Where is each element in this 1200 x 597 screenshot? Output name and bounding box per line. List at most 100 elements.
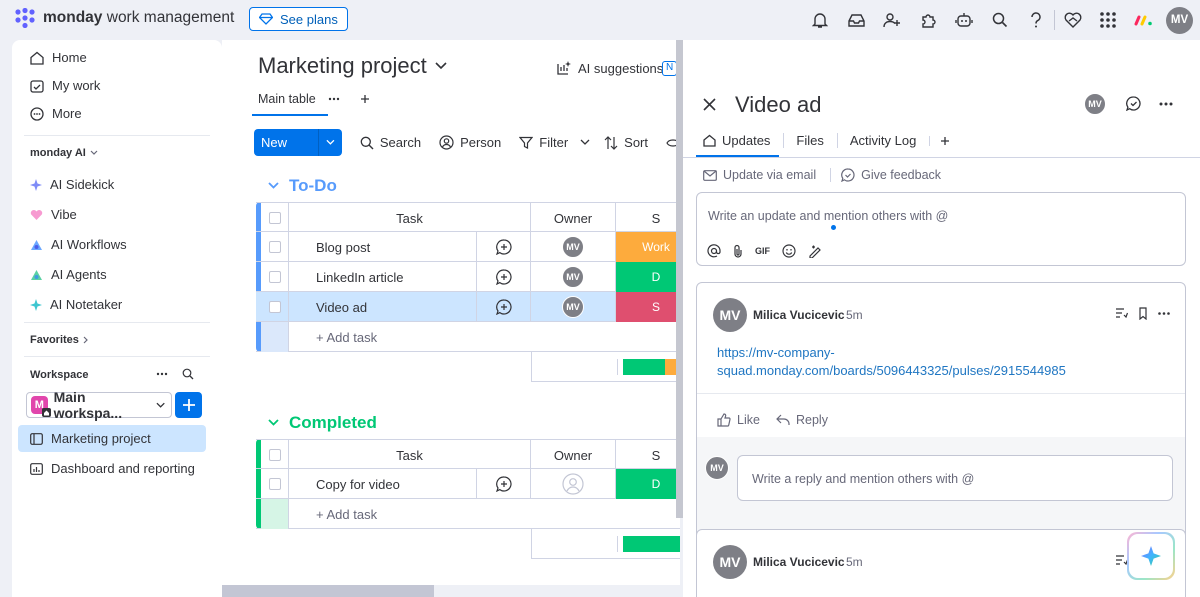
updates-cell[interactable] [477, 469, 531, 499]
tab-add[interactable] [929, 135, 950, 146]
task-name-cell[interactable]: LinkedIn article [289, 262, 477, 292]
avatar[interactable]: MV [1084, 93, 1106, 115]
chevron-down-icon[interactable] [268, 419, 279, 427]
task-name-cell[interactable]: Video ad [289, 292, 477, 322]
workspace-selector[interactable]: M Main workspa... [26, 389, 172, 421]
sidebar-item-ai-notetaker[interactable]: AI Notetaker [18, 291, 206, 318]
update-author[interactable]: Milica Vucicevic [753, 555, 845, 569]
select-all-checkbox[interactable] [268, 212, 281, 224]
inbox-icon[interactable] [838, 6, 874, 34]
status-cell[interactable]: D [616, 262, 680, 292]
owner-cell[interactable]: MV [531, 292, 616, 322]
row-checkbox[interactable] [268, 271, 281, 283]
horizontal-scrollbar-thumb[interactable] [222, 585, 434, 597]
sidebar-item-vibe[interactable]: Vibe [18, 201, 206, 228]
add-view-icon[interactable] [360, 94, 370, 104]
monday-ai-header[interactable]: monday AI [30, 147, 98, 159]
update-link[interactable]: https://mv-company- squad.monday.com/boa… [717, 344, 1066, 380]
give-feedback-button[interactable]: Give feedback [830, 168, 941, 182]
filter-button[interactable]: Filter [519, 135, 590, 150]
group-header-completed[interactable]: Completed [268, 413, 377, 433]
search-button[interactable]: Search [360, 135, 421, 150]
workspace-search-icon[interactable] [182, 368, 194, 380]
column-header-task[interactable]: Task [289, 203, 531, 233]
add-task-row[interactable]: + Add task [256, 499, 680, 529]
reply-input[interactable]: Write a reply and mention others with @ [737, 455, 1173, 501]
status-cell[interactable]: D [616, 469, 680, 499]
invite-member-icon[interactable] [874, 6, 910, 34]
add-to-workspace-button[interactable] [175, 392, 202, 418]
item-title[interactable]: Video ad [735, 92, 821, 118]
owner-cell[interactable] [531, 469, 616, 499]
sidebar-item-ai-workflows[interactable]: AI Workflows [18, 231, 206, 258]
column-header-status[interactable]: S [616, 440, 680, 470]
task-name-cell[interactable]: Copy for video [289, 469, 477, 499]
table-row[interactable]: LinkedIn article MV D [256, 262, 680, 292]
more-options-icon[interactable] [1158, 312, 1170, 315]
edit-list-icon[interactable] [1115, 307, 1128, 320]
app-grid-icon[interactable] [1090, 6, 1126, 34]
column-header-owner[interactable]: Owner [531, 440, 616, 470]
person-filter-button[interactable]: Person [439, 135, 501, 150]
robot-icon[interactable] [946, 6, 982, 34]
chevron-down-icon[interactable] [580, 139, 590, 146]
add-task-row[interactable]: + Add task [256, 322, 680, 352]
tab-main-table[interactable]: Main table [258, 92, 316, 106]
monday-mark-icon[interactable] [1126, 6, 1162, 34]
updates-cell[interactable] [477, 232, 531, 262]
column-header-task[interactable]: Task [289, 440, 531, 470]
update-via-email-button[interactable]: Update via email [703, 168, 816, 182]
tab-activity-log[interactable]: Activity Log [836, 133, 916, 148]
select-all-checkbox[interactable] [268, 449, 281, 461]
favorites-header[interactable]: Favorites [30, 334, 89, 346]
sidebar-item-ai-sidekick[interactable]: AI Sidekick [18, 171, 206, 198]
sidebar-item-my-work[interactable]: My work [18, 72, 206, 99]
status-cell[interactable]: S [616, 292, 680, 322]
app-logo[interactable]: monday work management [14, 8, 234, 28]
ai-write-icon[interactable] [808, 243, 824, 258]
table-row-selected[interactable]: Video ad MV S [256, 292, 680, 322]
reply-button[interactable]: Reply [776, 413, 828, 427]
apps-puzzle-icon[interactable] [910, 6, 946, 34]
updates-cell[interactable] [477, 262, 531, 292]
new-task-button[interactable]: New task [254, 129, 342, 177]
add-task-button[interactable]: + Add task [289, 499, 680, 529]
owner-cell[interactable]: MV [531, 232, 616, 262]
panel-resize-handle[interactable] [676, 40, 683, 518]
tab-updates[interactable]: Updates [703, 133, 770, 148]
group-header-todo[interactable]: To-Do [268, 176, 337, 196]
like-button[interactable]: Like [717, 413, 760, 427]
tab-files[interactable]: Files [783, 133, 824, 148]
see-plans-button[interactable]: See plans [249, 7, 348, 31]
attach-icon[interactable] [733, 244, 743, 258]
row-checkbox[interactable] [268, 241, 281, 253]
board-title[interactable]: Marketing project [258, 53, 447, 79]
avatar[interactable]: MV [713, 298, 747, 332]
chevron-down-icon[interactable] [268, 182, 279, 190]
table-row[interactable]: Copy for video D [256, 469, 680, 499]
user-avatar[interactable]: MV [1166, 6, 1193, 34]
close-icon[interactable] [703, 98, 716, 111]
avatar[interactable]: MV [713, 545, 747, 579]
bell-icon[interactable] [802, 6, 838, 34]
sidebar-item-more[interactable]: More [18, 100, 206, 127]
column-header-status[interactable]: S [616, 203, 680, 233]
sidebar-item-ai-agents[interactable]: AI Agents [18, 261, 206, 288]
ai-assistant-button[interactable] [1127, 532, 1175, 580]
search-icon[interactable] [982, 6, 1018, 34]
sidebar-item-home[interactable]: Home [18, 44, 206, 71]
chevron-down-icon[interactable] [326, 139, 335, 146]
add-task-button[interactable]: + Add task [289, 322, 680, 352]
mention-icon[interactable] [707, 243, 721, 258]
task-name-cell[interactable]: Blog post [289, 232, 477, 262]
sidebar-board-marketing-project[interactable]: Marketing project [18, 425, 206, 452]
update-editor[interactable]: Write an update and mention others with … [696, 192, 1186, 266]
ai-suggestions-button[interactable]: AI suggestions [556, 60, 663, 76]
sort-button[interactable]: Sort [604, 135, 648, 150]
tab-options-icon[interactable] [328, 97, 340, 101]
owner-cell[interactable]: MV [531, 262, 616, 292]
table-row[interactable]: Blog post MV Work [256, 232, 680, 262]
sidebar-board-dashboard[interactable]: Dashboard and reporting [18, 455, 206, 482]
status-cell[interactable]: Work [616, 232, 680, 262]
workspace-options-icon[interactable] [156, 372, 168, 376]
